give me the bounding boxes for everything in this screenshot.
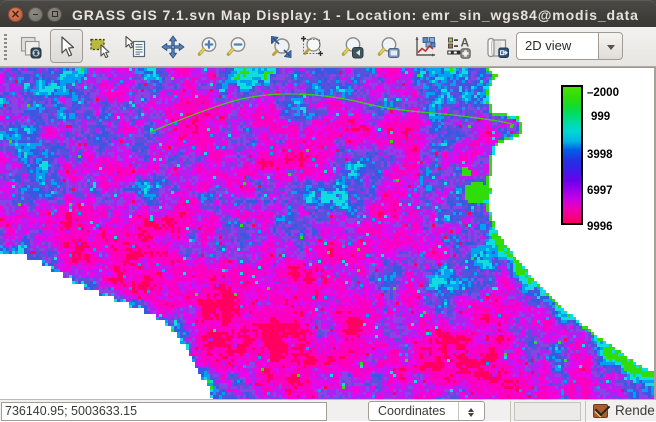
svg-text:A: A: [461, 36, 470, 50]
